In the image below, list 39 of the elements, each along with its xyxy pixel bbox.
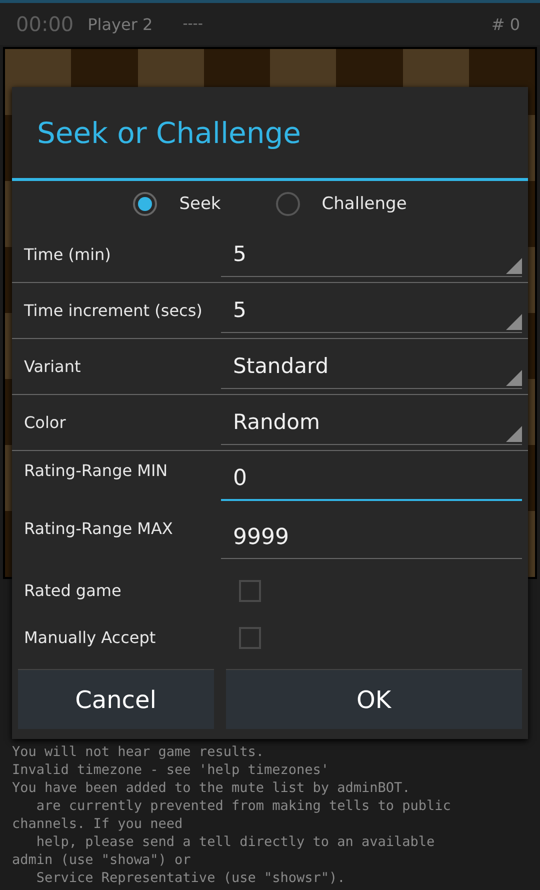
move-number: # 0	[491, 14, 520, 34]
input-field[interactable]: 0	[221, 457, 522, 501]
field-label: Manually Accept	[24, 628, 157, 647]
console-line: channels. If you need	[12, 815, 184, 833]
field-label: Color	[24, 413, 67, 432]
radio-button[interactable]	[276, 192, 300, 216]
field-label: Rating-Range MIN	[24, 460, 169, 480]
dropdown-spinner[interactable]: 5	[221, 288, 522, 333]
radio-label[interactable]: Seek	[179, 194, 221, 214]
checkbox[interactable]	[239, 626, 261, 648]
field-label: Time (min)	[24, 245, 112, 264]
console-line: You have been added to the mute list by adminBOT.	[12, 779, 412, 797]
last-move-text: ----	[182, 16, 203, 32]
console-line: You will not hear game results.	[12, 743, 265, 761]
dropdown-spinner[interactable]: Random	[221, 400, 522, 445]
dialog-button[interactable]: OK	[226, 669, 522, 729]
checkbox[interactable]	[239, 580, 261, 602]
player-name: Player 2	[88, 14, 153, 34]
radio-button[interactable]	[133, 192, 158, 216]
field-label: Rated game	[24, 581, 122, 600]
input-field[interactable]: 9999	[221, 515, 522, 559]
dropdown-triangle-icon	[506, 314, 522, 330]
field-label: Variant	[24, 357, 82, 376]
field-label: Rating-Range MAX	[24, 518, 174, 538]
console-line: admin (use "showa") or	[12, 851, 192, 869]
console-line: Service Representative (use "showsr").	[35, 869, 346, 887]
dropdown-spinner[interactable]: Standard	[221, 344, 522, 389]
dialog-title: Seek or Challenge	[12, 87, 528, 181]
console-line: are currently prevented from making tells to public	[35, 797, 451, 815]
console-line: Invalid timezone - see 'help timezones'	[12, 761, 330, 779]
console-line: help, please send a tell directly to an available	[35, 833, 436, 851]
dropdown-triangle-icon	[506, 258, 522, 274]
dropdown-triangle-icon	[506, 426, 522, 442]
clock-text: 00:00	[16, 12, 74, 36]
dialog-button[interactable]: Cancel	[18, 669, 214, 729]
field-label: Time increment (secs)	[24, 301, 204, 320]
radio-label[interactable]: Challenge	[322, 194, 407, 214]
dropdown-triangle-icon	[506, 370, 522, 386]
dropdown-spinner[interactable]: 5	[221, 232, 522, 277]
